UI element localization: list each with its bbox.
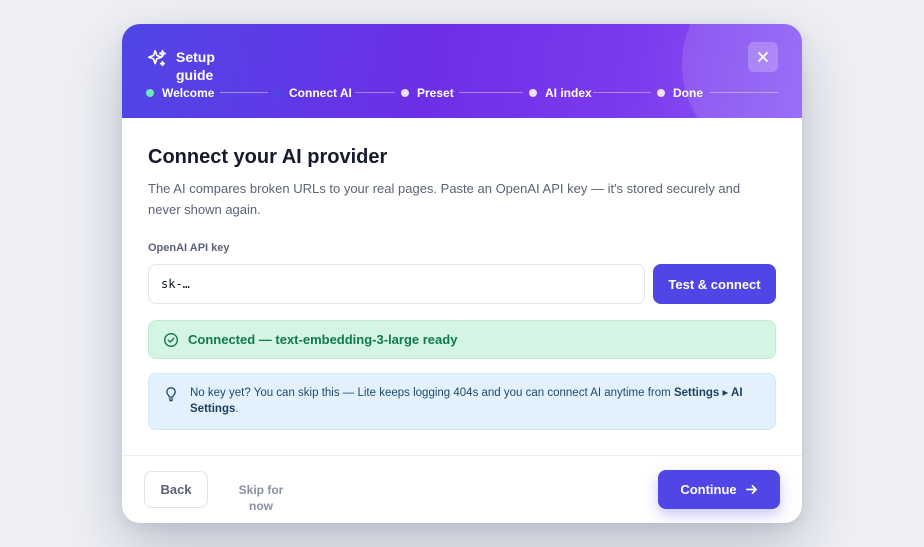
- step-dot: [657, 89, 665, 97]
- step-dot: [529, 89, 537, 97]
- step-connector: [593, 92, 651, 93]
- step-connect-ai: Connect AI: [273, 86, 352, 100]
- info-alert: No key yet? You can skip this — Lite kee…: [148, 373, 776, 430]
- back-button[interactable]: Back: [144, 471, 208, 508]
- continue-button[interactable]: Continue: [658, 470, 780, 509]
- setup-guide-modal: Setup guide Welcome Connect AI Preset AI…: [122, 24, 802, 523]
- arrow-right-icon: [745, 484, 757, 495]
- close-button[interactable]: [748, 42, 778, 72]
- api-key-input[interactable]: [148, 264, 645, 304]
- success-alert: Connected — text-embedding-3-large ready: [148, 320, 776, 359]
- footer-divider: [122, 455, 802, 456]
- api-key-label: OpenAI API key: [148, 242, 230, 254]
- lightbulb-icon: [166, 387, 176, 402]
- step-dot-done: [146, 89, 154, 97]
- modal-title: Setup guide: [176, 49, 215, 83]
- info-message: No key yet? You can skip this — Lite kee…: [190, 385, 760, 417]
- step-label: Connect AI: [289, 86, 352, 100]
- success-message: Connected — text-embedding-3-large ready: [188, 332, 458, 347]
- modal-header: Setup guide Welcome Connect AI Preset AI…: [122, 24, 802, 118]
- header-decoration: [682, 24, 802, 118]
- check-circle-icon: [163, 332, 179, 347]
- page-title: Connect your AI provider: [148, 146, 388, 168]
- step-label: Done: [673, 86, 703, 100]
- info-text-after: .: [235, 403, 239, 415]
- step-connector: [710, 92, 778, 93]
- skip-button[interactable]: Skip for now: [226, 482, 296, 514]
- step-label: AI index: [545, 86, 592, 100]
- step-dot: [401, 89, 409, 97]
- stepper: Welcome Connect AI Preset AI index Done: [146, 86, 778, 100]
- step-ai-index: AI index: [529, 86, 592, 100]
- step-label: Welcome: [162, 86, 215, 100]
- sparkles-icon: [147, 49, 167, 67]
- info-text-before: No key yet? You can skip this — Lite kee…: [190, 387, 674, 399]
- brand: Setup guide: [146, 48, 224, 84]
- step-done: Done: [657, 86, 703, 100]
- step-dot-current: [273, 89, 281, 97]
- close-icon: [758, 52, 768, 62]
- step-connector: [355, 92, 395, 93]
- test-connect-button[interactable]: Test & connect: [653, 264, 776, 304]
- step-welcome: Welcome: [146, 86, 214, 100]
- step-preset: Preset: [401, 86, 454, 100]
- step-connector: [220, 92, 268, 93]
- step-connector: [459, 92, 523, 93]
- description: The AI compares broken URLs to your real…: [148, 181, 741, 217]
- step-label: Preset: [417, 86, 454, 100]
- continue-label: Continue: [680, 482, 737, 497]
